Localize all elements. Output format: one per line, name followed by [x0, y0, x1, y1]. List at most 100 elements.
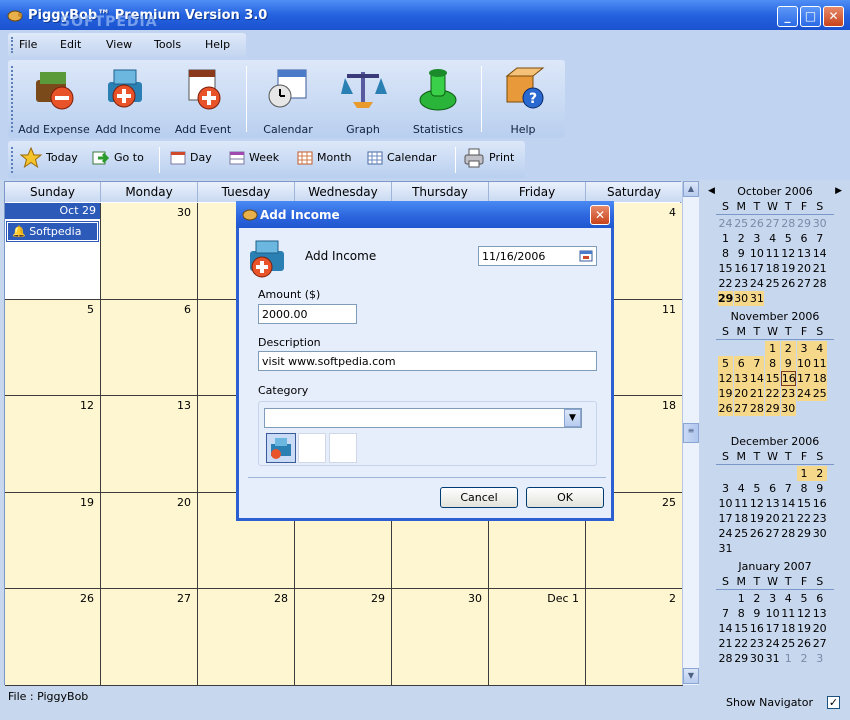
navigator-day[interactable]: 26: [749, 526, 764, 541]
navigator-day[interactable]: 25: [812, 386, 828, 401]
navigator-day[interactable]: 31: [749, 291, 765, 306]
navigator-day[interactable]: 31: [765, 651, 780, 666]
description-field[interactable]: visit www.softpedia.com: [258, 351, 597, 371]
navigator-day[interactable]: 14: [749, 371, 765, 386]
month-view-button[interactable]: Month: [297, 151, 351, 165]
navigator-day[interactable]: 14: [781, 496, 796, 511]
navigator-day[interactable]: 23: [749, 636, 764, 651]
goto-button[interactable]: Go to: [92, 150, 144, 166]
navigator-day[interactable]: 19: [749, 511, 764, 526]
navigator-day[interactable]: 23: [812, 511, 827, 526]
calendar-day-cell[interactable]: Oct 29 🔔 Softpedia: [5, 203, 101, 300]
navigator-day[interactable]: 27: [733, 401, 749, 416]
menu-view[interactable]: View: [106, 38, 132, 51]
navigator-day[interactable]: 9: [734, 246, 749, 261]
navigator-day[interactable]: 10: [749, 246, 764, 261]
navigator-day[interactable]: 12: [781, 246, 796, 261]
navigator-day[interactable]: 3: [749, 231, 764, 246]
calendar-day-cell[interactable]: 27: [101, 589, 198, 686]
calendar-day-cell[interactable]: Dec 1: [489, 589, 586, 686]
navigator-day[interactable]: 16: [749, 621, 764, 636]
navigator-day[interactable]: 29: [734, 651, 749, 666]
navigator-day[interactable]: 7: [718, 606, 733, 621]
calendar-day-cell[interactable]: 5: [5, 299, 101, 397]
navigator-day[interactable]: 16: [812, 496, 827, 511]
navigator-day[interactable]: 24: [796, 386, 812, 401]
prev-month-arrow[interactable]: ◀: [708, 183, 715, 200]
navigator-day[interactable]: 8: [734, 606, 749, 621]
navigator-day[interactable]: 12: [718, 371, 733, 386]
menu-edit[interactable]: Edit: [60, 38, 81, 51]
navigator-day[interactable]: 15: [734, 621, 749, 636]
close-button[interactable]: ✕: [823, 6, 844, 27]
navigator-day[interactable]: 17: [765, 621, 780, 636]
navigator-day[interactable]: 25: [765, 276, 780, 291]
navigator-day[interactable]: 5: [749, 481, 764, 496]
calendar-day-cell[interactable]: 28: [198, 589, 295, 686]
navigator-day[interactable]: 13: [733, 371, 749, 386]
navigator-day[interactable]: 1: [781, 651, 796, 666]
navigator-day[interactable]: 10: [796, 356, 812, 371]
navigator-day[interactable]: 11: [734, 496, 749, 511]
navigator-day[interactable]: 28: [781, 216, 796, 231]
navigator-day[interactable]: 21: [812, 261, 827, 276]
navigator-day[interactable]: 24: [749, 276, 764, 291]
navigator-day[interactable]: 22: [734, 636, 749, 651]
navigator-day[interactable]: 26: [718, 401, 733, 416]
navigator-day[interactable]: 9: [780, 356, 796, 371]
category-icon-3[interactable]: [329, 433, 357, 463]
navigator-day[interactable]: 17: [718, 511, 733, 526]
navigator-day[interactable]: 3: [718, 481, 733, 496]
navigator-day[interactable]: 29: [797, 216, 812, 231]
navigator-day[interactable]: 7: [781, 481, 796, 496]
calendar-day-cell[interactable]: 26: [5, 589, 101, 686]
navigator-day[interactable]: 30: [780, 401, 796, 416]
navigator-day[interactable]: 17: [749, 261, 764, 276]
navigator-day[interactable]: 14: [812, 246, 827, 261]
navigator-day[interactable]: 23: [734, 276, 749, 291]
navigator-day[interactable]: 21: [781, 511, 796, 526]
navigator-day[interactable]: 24: [765, 636, 780, 651]
navigator-day[interactable]: 2: [812, 466, 828, 481]
calendar-day-cell[interactable]: 2: [586, 589, 683, 686]
navigator-day[interactable]: 28: [718, 651, 733, 666]
calendar-button[interactable]: Calendar: [252, 64, 324, 136]
navigator-day[interactable]: 8: [765, 356, 781, 371]
calendar-day-cell[interactable]: 20: [101, 492, 198, 590]
navigator-day[interactable]: 25: [734, 216, 749, 231]
next-month-arrow[interactable]: ▶: [835, 183, 842, 200]
calendar-view-button[interactable]: Calendar: [367, 151, 436, 165]
navigator-day[interactable]: 25: [781, 636, 796, 651]
grip-handle[interactable]: [11, 147, 14, 173]
navigator-day[interactable]: 21: [749, 386, 765, 401]
navigator-day[interactable]: 19: [797, 621, 812, 636]
navigator-day[interactable]: 17: [796, 371, 812, 386]
dialog-close-button[interactable]: ✕: [590, 205, 610, 225]
navigator-day[interactable]: 7: [812, 231, 827, 246]
navigator-day[interactable]: 1: [718, 231, 733, 246]
navigator-day[interactable]: 13: [797, 246, 812, 261]
navigator-day[interactable]: 3: [765, 591, 780, 606]
navigator-day[interactable]: 4: [734, 481, 749, 496]
week-view-button[interactable]: Week: [229, 151, 279, 165]
calendar-scrollbar[interactable]: ▲ ≡ ▼: [682, 181, 699, 685]
calendar-day-cell[interactable]: 19: [5, 492, 101, 590]
navigator-day[interactable]: 29: [718, 291, 733, 306]
chevron-down-icon[interactable]: ▼: [564, 409, 581, 427]
navigator-day[interactable]: 8: [797, 481, 812, 496]
navigator-day[interactable]: 29: [765, 401, 781, 416]
statistics-button[interactable]: Statistics: [402, 64, 474, 136]
add-income-button[interactable]: Add Income: [92, 64, 164, 136]
navigator-day[interactable]: 16: [734, 261, 749, 276]
navigator-day[interactable]: 11: [765, 246, 780, 261]
navigator-day[interactable]: 2: [780, 341, 796, 356]
calendar-day-cell[interactable]: 13: [101, 396, 198, 493]
navigator-day[interactable]: 2: [734, 231, 749, 246]
navigator-day[interactable]: 4: [781, 591, 796, 606]
amount-field[interactable]: 2000.00: [258, 304, 357, 324]
navigator-day[interactable]: 18: [765, 261, 780, 276]
navigator-day[interactable]: 2: [749, 591, 764, 606]
navigator-day[interactable]: 13: [812, 606, 827, 621]
add-event-button[interactable]: Add Event: [168, 64, 238, 136]
navigator-day[interactable]: 11: [812, 356, 828, 371]
